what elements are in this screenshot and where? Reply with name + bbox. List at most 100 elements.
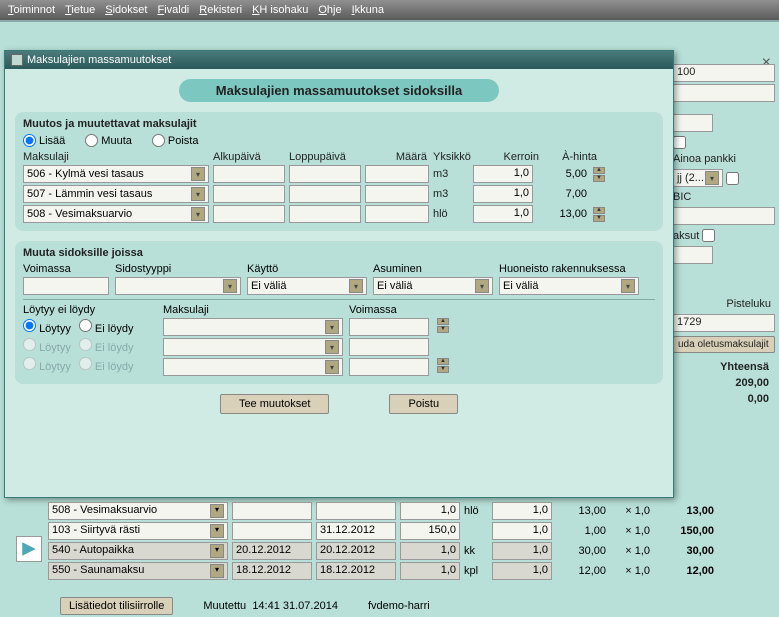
loytyy-maksulaji-combo[interactable]: ▾ bbox=[163, 318, 343, 336]
bt-maksulaji-combo[interactable]: 540 - Autopaikka▾ bbox=[48, 542, 228, 560]
lisatiedot-button[interactable]: Lisätiedot tilisiirrolle bbox=[60, 597, 173, 615]
kaytto-combo[interactable]: Ei väliä▾ bbox=[247, 277, 367, 295]
bt-date1[interactable]: 18.12.2012 bbox=[232, 562, 312, 580]
menu-sidokset[interactable]: Sidokset bbox=[105, 4, 147, 16]
menu-rekisteri[interactable]: Rekisteri bbox=[199, 4, 242, 16]
kerroin-input[interactable]: 1,0 bbox=[473, 205, 533, 223]
bt-kerroin[interactable]: 1,0 bbox=[492, 502, 552, 520]
loppupaiva-input[interactable] bbox=[289, 205, 361, 223]
bt-maara[interactable]: 1,0 bbox=[400, 562, 460, 580]
bg-field-100[interactable]: 100 bbox=[673, 64, 775, 82]
poistu-button[interactable]: Poistu bbox=[389, 394, 458, 414]
bt-yks: kpl bbox=[464, 565, 488, 577]
bt-date2[interactable] bbox=[316, 502, 396, 520]
loytyy-maksulaji-combo[interactable]: ▾ bbox=[163, 338, 343, 356]
bt-date2[interactable]: 18.12.2012 bbox=[316, 562, 396, 580]
sidostyyppi-combo[interactable]: ▾ bbox=[115, 277, 241, 295]
menu-tietue[interactable]: Tietue bbox=[65, 4, 95, 16]
loppupaiva-input[interactable] bbox=[289, 165, 361, 183]
bt-date1[interactable]: 20.12.2012 bbox=[232, 542, 312, 560]
row-spinner[interactable]: ▲▼ bbox=[593, 167, 605, 182]
chevron-down-icon: ▾ bbox=[705, 171, 719, 185]
maara-input[interactable] bbox=[365, 165, 429, 183]
col-alku: Alkupäivä bbox=[213, 151, 285, 163]
radio-eiloydy-3[interactable]: Ei löydy bbox=[79, 357, 134, 373]
alkupaiva-input[interactable] bbox=[213, 185, 285, 203]
bg-combo-jj[interactable]: jj (2...▾ bbox=[673, 169, 723, 187]
yhteensa-label: Yhteensä bbox=[669, 357, 779, 375]
bt-total: 30,00 bbox=[654, 545, 714, 557]
hinta-text: 13,00 bbox=[537, 208, 587, 220]
sum-0: 0,00 bbox=[669, 391, 779, 407]
loytyy-maksulaji-combo[interactable]: ▾ bbox=[163, 358, 343, 376]
bg-bic-field[interactable] bbox=[673, 207, 775, 225]
bt-date1[interactable] bbox=[232, 502, 312, 520]
maksulaji-combo[interactable]: 507 - Lämmin vesi tasaus▾ bbox=[23, 185, 209, 203]
main-window: × 100 Ainoa pankki jj (2...▾ BIC aksut P… bbox=[0, 22, 779, 617]
row-spinner[interactable]: ▲▼ bbox=[593, 207, 605, 222]
menu-ikkuna[interactable]: Ikkuna bbox=[352, 4, 384, 16]
spinner-down-icon[interactable]: ▼ bbox=[437, 366, 449, 373]
bt-kerroin[interactable]: 1,0 bbox=[492, 542, 552, 560]
radio-poista[interactable]: Poista bbox=[152, 134, 199, 147]
spinner-up-icon[interactable]: ▲ bbox=[437, 358, 449, 365]
radio-loytyy-3[interactable]: Löytyy bbox=[23, 357, 71, 373]
bt-total: 13,00 bbox=[654, 505, 714, 517]
radio-lisaa[interactable]: Lisää bbox=[23, 134, 65, 147]
maara-input[interactable] bbox=[365, 205, 429, 223]
bg-field-empty1[interactable] bbox=[673, 84, 775, 102]
radio-eiloydy-2[interactable]: Ei löydy bbox=[79, 338, 134, 354]
radio-eiloydy-1[interactable]: Ei löydy bbox=[79, 319, 134, 335]
maksulaji-combo[interactable]: 506 - Kylmä vesi tasaus▾ bbox=[23, 165, 209, 183]
maara-input[interactable] bbox=[365, 185, 429, 203]
spinner-down-icon[interactable]: ▼ bbox=[593, 215, 605, 222]
menu-khisohaku[interactable]: KH isohaku bbox=[252, 4, 308, 16]
spinner-down-icon[interactable]: ▼ bbox=[437, 326, 449, 333]
alkupaiva-input[interactable] bbox=[213, 205, 285, 223]
bg-checkbox2[interactable] bbox=[726, 172, 739, 185]
pisteluku-field[interactable]: 1729 bbox=[673, 314, 775, 332]
radio-muuta[interactable]: Muuta bbox=[85, 134, 132, 147]
spinner-down-icon[interactable]: ▼ bbox=[593, 175, 605, 182]
bt-date1[interactable] bbox=[232, 522, 312, 540]
bt-maara[interactable]: 1,0 bbox=[400, 542, 460, 560]
kerroin-input[interactable]: 1,0 bbox=[473, 185, 533, 203]
radio-loytyy-1[interactable]: Löytyy bbox=[23, 319, 71, 335]
loytyy-voimassa-input[interactable] bbox=[349, 358, 429, 376]
bt-date2[interactable]: 31.12.2012 bbox=[316, 522, 396, 540]
sidokset-title: Muuta sidoksille joissa bbox=[23, 247, 655, 259]
loppupaiva-input[interactable] bbox=[289, 185, 361, 203]
huoneisto-combo[interactable]: Ei väliä▾ bbox=[499, 277, 639, 295]
kerroin-input[interactable]: 1,0 bbox=[473, 165, 533, 183]
row-spinner[interactable]: ▲▼ bbox=[437, 358, 449, 376]
bg-field-empty2[interactable] bbox=[673, 114, 713, 132]
oletusmaksulajit-button[interactable]: uda oletusmaksulajit bbox=[673, 336, 775, 353]
bg-field-empty3[interactable] bbox=[673, 246, 713, 264]
menu-toiminnot[interactable]: Toiminnot bbox=[8, 4, 55, 16]
bt-maksulaji-combo[interactable]: 103 - Siirtyvä rästi▾ bbox=[48, 522, 228, 540]
spinner-up-icon[interactable]: ▲ bbox=[437, 318, 449, 325]
bt-maara[interactable]: 1,0 bbox=[400, 502, 460, 520]
bg-checkbox3[interactable] bbox=[702, 229, 715, 242]
spinner-up-icon[interactable]: ▲ bbox=[593, 207, 605, 214]
loytyy-voimassa-input[interactable] bbox=[349, 338, 429, 356]
maksulaji-combo[interactable]: 508 - Vesimaksuarvio▾ bbox=[23, 205, 209, 223]
yksikko-text: m3 bbox=[433, 188, 469, 200]
radio-loytyy-2[interactable]: Löytyy bbox=[23, 338, 71, 354]
bt-maara[interactable]: 150,0 bbox=[400, 522, 460, 540]
tee-muutokset-button[interactable]: Tee muutokset bbox=[220, 394, 330, 414]
loytyy-voimassa-input[interactable] bbox=[349, 318, 429, 336]
voimassa-input[interactable] bbox=[23, 277, 109, 295]
bg-checkbox1[interactable] bbox=[673, 136, 686, 149]
bt-maksulaji-combo[interactable]: 550 - Saunamaksu▾ bbox=[48, 562, 228, 580]
asuminen-combo[interactable]: Ei väliä▾ bbox=[373, 277, 493, 295]
bt-kerroin[interactable]: 1,0 bbox=[492, 562, 552, 580]
alkupaiva-input[interactable] bbox=[213, 165, 285, 183]
bt-kerroin[interactable]: 1,0 bbox=[492, 522, 552, 540]
row-spinner[interactable]: ▲▼ bbox=[437, 318, 449, 336]
bt-date2[interactable]: 20.12.2012 bbox=[316, 542, 396, 560]
spinner-up-icon[interactable]: ▲ bbox=[593, 167, 605, 174]
menu-ohje[interactable]: Ohje bbox=[318, 4, 341, 16]
bt-maksulaji-combo[interactable]: 508 - Vesimaksuarvio▾ bbox=[48, 502, 228, 520]
menu-fivaldi[interactable]: Fivaldi bbox=[157, 4, 189, 16]
